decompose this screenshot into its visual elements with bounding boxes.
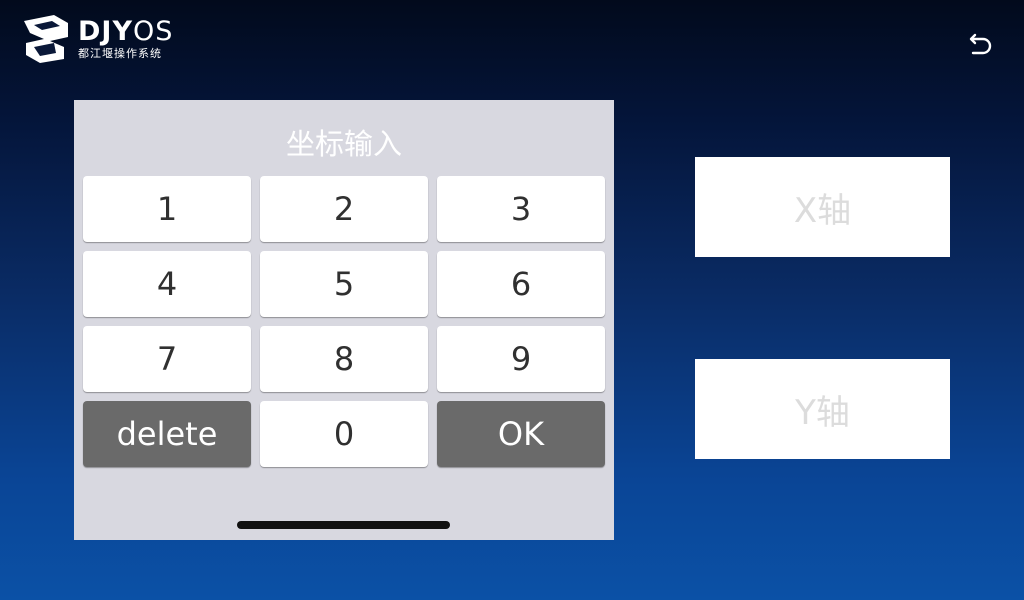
logo-brand: DJYOS	[78, 15, 174, 47]
key-8[interactable]: 8	[260, 326, 428, 392]
logo-mark-icon	[24, 15, 68, 63]
coordinate-keypad: 坐标输入 1 2 3 4 5 6 7 8 9 delete 0 OK	[74, 100, 614, 540]
key-2[interactable]: 2	[260, 176, 428, 242]
delete-button[interactable]: delete	[83, 401, 251, 467]
y-axis-field[interactable]: Y轴	[695, 359, 950, 459]
key-9[interactable]: 9	[437, 326, 605, 392]
keypad-title: 坐标输入	[285, 127, 402, 161]
key-5[interactable]: 5	[260, 251, 428, 317]
logo-brand-light: OS	[133, 15, 174, 47]
key-0[interactable]: 0	[260, 401, 428, 467]
key-3[interactable]: 3	[437, 176, 605, 242]
key-1[interactable]: 1	[83, 176, 251, 242]
key-7[interactable]: 7	[83, 326, 251, 392]
back-arrow-icon	[969, 33, 992, 55]
back-button[interactable]	[966, 28, 996, 58]
key-6[interactable]: 6	[437, 251, 605, 317]
app-logo: DJYOS 都江堰操作系统	[20, 13, 173, 65]
home-indicator[interactable]	[237, 521, 450, 529]
logo-brand-bold: DJY	[78, 15, 134, 47]
key-4[interactable]: 4	[83, 251, 251, 317]
logo-subtitle: 都江堰操作系统	[78, 46, 162, 60]
x-axis-field[interactable]: X轴	[695, 157, 950, 257]
ok-button[interactable]: OK	[437, 401, 605, 467]
